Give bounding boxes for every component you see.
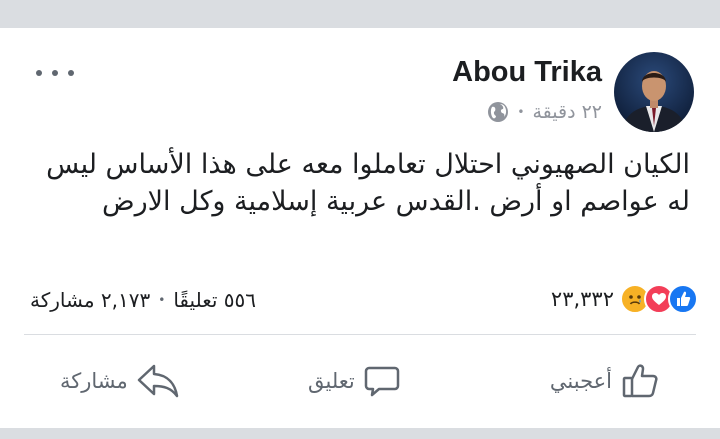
like-button[interactable]: أعجبني [550,356,660,406]
comment-button-label: تعليق [308,369,355,393]
post-author-name[interactable]: Abou Trika [452,56,602,88]
more-options-button[interactable] [36,66,74,80]
like-button-label: أعجبني [549,369,612,393]
share-button[interactable]: مشاركة [60,356,180,406]
share-button-label: مشاركة [60,369,128,393]
post-card: Abou Trika ٢٢ دقيقة • الكيان الصهيوني اح… [0,28,720,428]
like-icon [668,284,698,314]
post-meta: ٢٢ دقيقة • [487,100,602,124]
divider [24,334,696,335]
stats-separator: • [158,293,166,307]
comment-button[interactable]: تعليق [308,356,401,406]
meta-separator: • [517,105,525,119]
reactions-count: ٢٣,٣٣٢ [550,287,614,311]
comments-count[interactable]: ٥٥٦ تعليقًا [173,288,256,312]
more-dot [36,70,42,76]
globe-icon [487,101,509,123]
engagement-stats: ٥٥٦ تعليقًا • ٢,١٧٣ مشاركة [30,286,256,314]
post-timestamp[interactable]: ٢٢ دقيقة [532,101,602,123]
post-text: الكيان الصهيوني احتلال تعاملوا معه على ه… [46,149,690,217]
thumbs-up-icon [620,361,660,401]
more-dot [68,70,74,76]
shares-count[interactable]: ٢,١٧٣ مشاركة [30,288,150,312]
action-bar: أعجبني تعليق مشاركة [0,356,720,406]
comment-icon [363,362,401,400]
avatar-image [614,52,694,132]
more-dot [52,70,58,76]
reactions-summary[interactable]: ٢٣,٣٣٢ [551,284,698,314]
share-arrow-icon [136,362,180,400]
avatar[interactable] [614,52,694,132]
